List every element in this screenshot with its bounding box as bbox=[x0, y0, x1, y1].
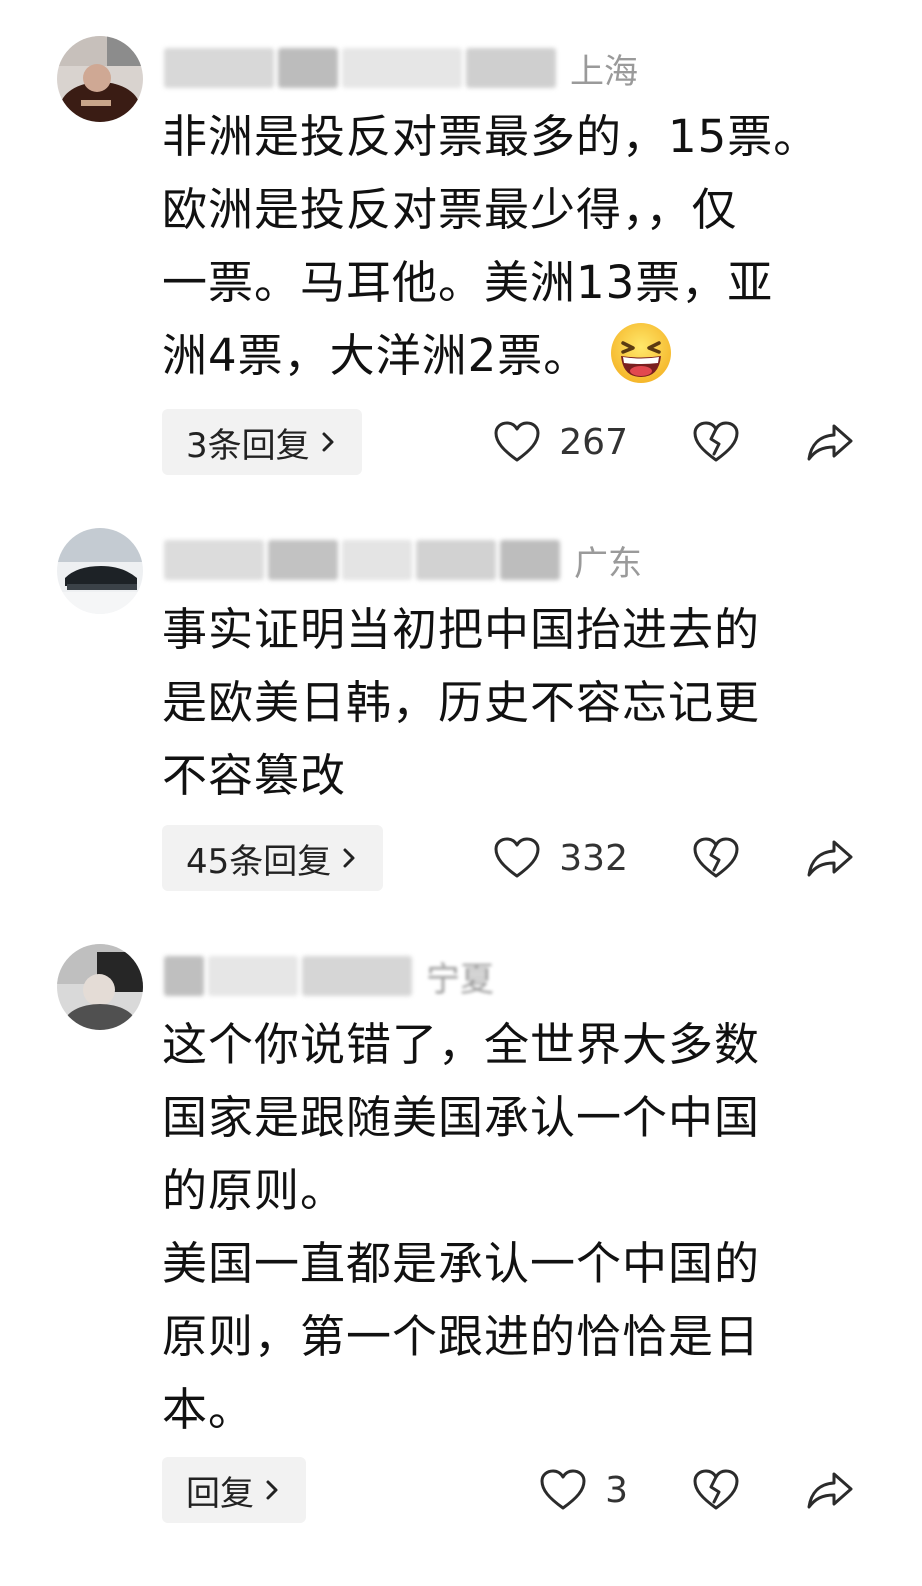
broken-heart-icon bbox=[693, 421, 739, 462]
comment-line: 的原则。 bbox=[162, 1164, 347, 1217]
comment-actions: 332 bbox=[493, 825, 854, 891]
avatar[interactable] bbox=[57, 528, 143, 614]
comment-line: 本。 bbox=[162, 1383, 255, 1436]
comment-text: 这个你说错了，全世界大多数 国家是跟随美国承认一个中国 的原则。 美国一直都是承… bbox=[162, 1008, 862, 1446]
grinning-squinting-face-icon bbox=[611, 323, 672, 383]
share-button[interactable] bbox=[806, 1468, 854, 1512]
heart-outline-icon bbox=[494, 837, 540, 878]
username-blurred bbox=[342, 540, 412, 580]
like-count: 3 bbox=[605, 1469, 628, 1511]
comment-meta: 上海 bbox=[164, 44, 638, 92]
share-arrow-icon bbox=[807, 424, 853, 461]
broken-heart-icon bbox=[693, 837, 739, 878]
timestamp-blurred bbox=[416, 540, 496, 580]
username-blurred bbox=[208, 956, 298, 996]
username-blurred[interactable] bbox=[164, 48, 274, 88]
location-label: 宁夏 bbox=[426, 959, 494, 1000]
like-count: 332 bbox=[559, 837, 628, 879]
timestamp-blurred bbox=[500, 540, 560, 580]
timestamp-blurred bbox=[342, 48, 462, 88]
comment-line: 非洲是投反对票最多的，15票。 bbox=[162, 110, 820, 163]
heart-outline-icon bbox=[494, 421, 540, 462]
timestamp-blurred bbox=[302, 956, 412, 996]
comment-meta: 宁夏 bbox=[164, 952, 494, 1000]
username-blurred[interactable] bbox=[164, 956, 204, 996]
comment-line: 事实证明当初把中国抬进去的 bbox=[162, 603, 761, 656]
comment-line-with-emoji: 洲4票，大洋洲2票。 bbox=[162, 319, 862, 392]
share-arrow-icon bbox=[807, 1472, 853, 1509]
like-button[interactable]: 3 bbox=[539, 1468, 628, 1512]
location-label: 广东 bbox=[574, 543, 642, 584]
view-replies-button[interactable]: 3条回复 bbox=[162, 409, 362, 475]
heart-outline-icon bbox=[540, 1469, 586, 1510]
reply-count-label: 3条回复 bbox=[186, 425, 310, 466]
username-blurred[interactable] bbox=[164, 540, 264, 580]
comment-line: 不容篡改 bbox=[162, 749, 347, 802]
reply-count-label: 45条回复 bbox=[186, 841, 332, 882]
comment-text: 事实证明当初把中国抬进去的 是欧美日韩，历史不容忘记更 不容篡改 bbox=[162, 593, 862, 812]
comment-line: 这个你说错了，全世界大多数 bbox=[162, 1018, 761, 1071]
timestamp-blurred bbox=[466, 48, 556, 88]
comment-actions: 3 bbox=[539, 1457, 854, 1523]
comment-line: 原则，第一个跟进的恰恰是日 bbox=[162, 1310, 761, 1363]
comment-line: 是欧美日韩，历史不容忘记更 bbox=[162, 676, 761, 729]
comment-line: 一票。马耳他。美洲13票，亚 bbox=[162, 256, 774, 309]
like-button[interactable]: 332 bbox=[493, 836, 628, 880]
broken-heart-icon bbox=[693, 1469, 739, 1510]
comment-line: 欧洲是投反对票最少得，，仅 bbox=[162, 183, 738, 236]
username-blurred bbox=[278, 48, 338, 88]
share-button[interactable] bbox=[806, 420, 854, 464]
chevron-right-icon bbox=[343, 848, 355, 868]
avatar[interactable] bbox=[57, 36, 143, 122]
like-button[interactable]: 267 bbox=[493, 420, 628, 464]
reply-button[interactable]: 回复 bbox=[162, 1457, 306, 1523]
location-label: 上海 bbox=[570, 51, 638, 92]
username-blurred bbox=[268, 540, 338, 580]
dislike-button[interactable] bbox=[692, 420, 740, 464]
share-arrow-icon bbox=[807, 840, 853, 877]
comment-actions: 267 bbox=[493, 409, 854, 475]
comment-meta: 广东 bbox=[164, 536, 642, 584]
chevron-right-icon bbox=[322, 432, 334, 452]
dislike-button[interactable] bbox=[692, 1468, 740, 1512]
avatar[interactable] bbox=[57, 944, 143, 1030]
reply-label: 回复 bbox=[186, 1473, 254, 1514]
like-count: 267 bbox=[559, 421, 628, 463]
comment-line: 国家是跟随美国承认一个中国 bbox=[162, 1091, 761, 1144]
view-replies-button[interactable]: 45条回复 bbox=[162, 825, 384, 891]
share-button[interactable] bbox=[806, 836, 854, 880]
chevron-right-icon bbox=[266, 1480, 278, 1500]
comment-line: 洲4票，大洋洲2票。 bbox=[162, 329, 590, 382]
comment-line: 美国一直都是承认一个中国的 bbox=[162, 1237, 761, 1290]
comment-text: 非洲是投反对票最多的，15票。 欧洲是投反对票最少得，，仅 一票。马耳他。美洲1… bbox=[162, 100, 862, 392]
dislike-button[interactable] bbox=[692, 836, 740, 880]
